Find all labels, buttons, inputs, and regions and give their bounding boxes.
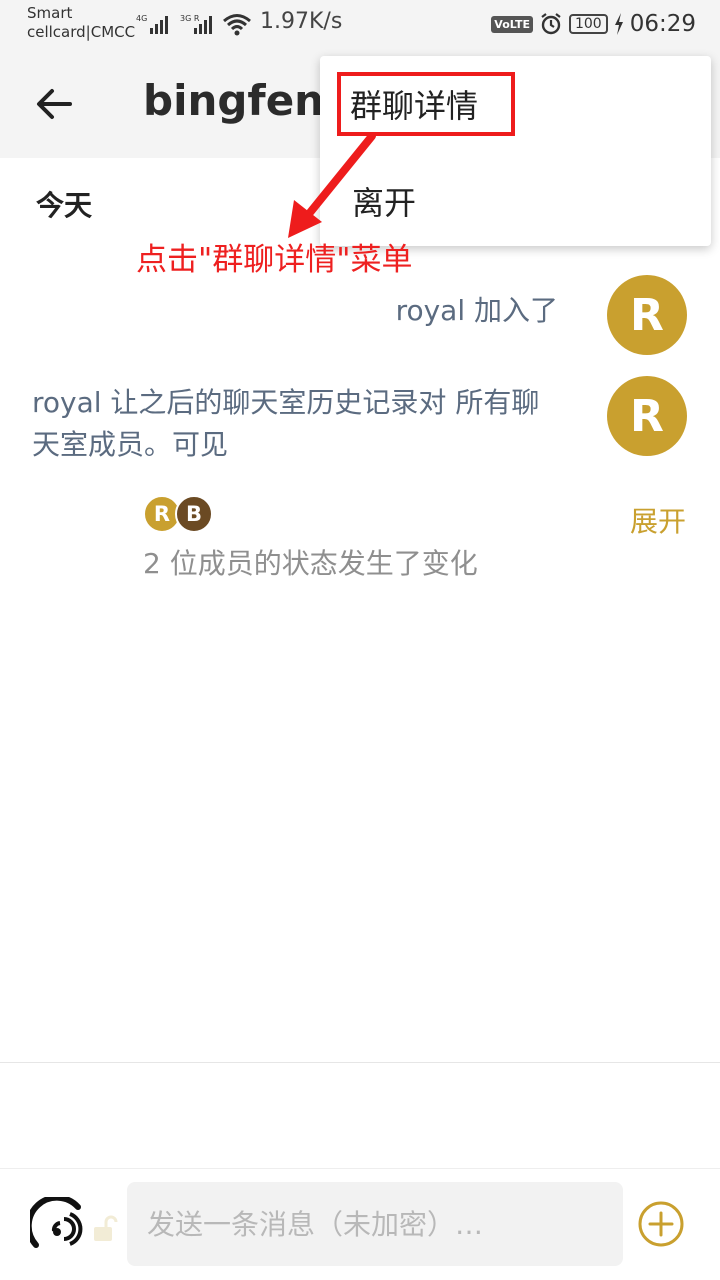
mini-avatar: B — [175, 495, 213, 533]
carrier-line-1: Smart — [27, 4, 73, 22]
charging-icon — [614, 13, 623, 35]
instruction-annotation: 点击"群聊详情"菜单 — [136, 242, 413, 278]
history-visibility-event: royal 让之后的聊天室历史记录对 所有聊天室成员。可见 — [32, 386, 540, 461]
unlocked-icon — [94, 1215, 118, 1241]
message-composer — [0, 1168, 720, 1280]
arrow-left-icon[interactable] — [30, 80, 78, 128]
member-change-summary: 2 位成员的状态发生了变化 — [143, 547, 478, 580]
battery-icon: 100 — [568, 14, 608, 34]
signal-icon-2: 3G R — [180, 14, 212, 34]
plus-circle-icon[interactable] — [636, 1199, 686, 1249]
carrier-label: Smart cellcard|CMCC — [27, 4, 135, 42]
avatar[interactable]: R — [607, 275, 687, 355]
date-separator: 今天 — [36, 189, 93, 222]
alarm-icon — [541, 13, 561, 35]
signal-icon: 4G — [136, 14, 168, 34]
highlight-box — [337, 72, 515, 136]
member-summary-avatars: R B — [143, 495, 215, 535]
message-input[interactable] — [127, 1182, 623, 1266]
membership-event: royal 加入了 — [395, 294, 558, 327]
annotation-arrow-icon — [288, 132, 376, 238]
wifi-icon — [223, 14, 251, 36]
avatar[interactable]: R — [607, 376, 687, 456]
network-type-label-2: 3G R — [180, 14, 200, 23]
expand-button[interactable]: 展开 — [630, 500, 686, 540]
network-type-label: 4G — [136, 14, 147, 23]
network-speed: 1.97K/s — [260, 9, 343, 34]
volte-badge: VoLTE — [491, 15, 533, 33]
status-time: 06:29 — [629, 11, 696, 37]
status-right: VoLTE 100 06:29 — [491, 9, 696, 39]
divider — [0, 1062, 720, 1063]
e2e-signal-icon[interactable] — [30, 1197, 90, 1253]
status-bar: Smart cellcard|CMCC 4G 3G R 1.97K/s VoLT… — [0, 0, 720, 50]
carrier-line-2: cellcard|CMCC — [27, 23, 136, 41]
